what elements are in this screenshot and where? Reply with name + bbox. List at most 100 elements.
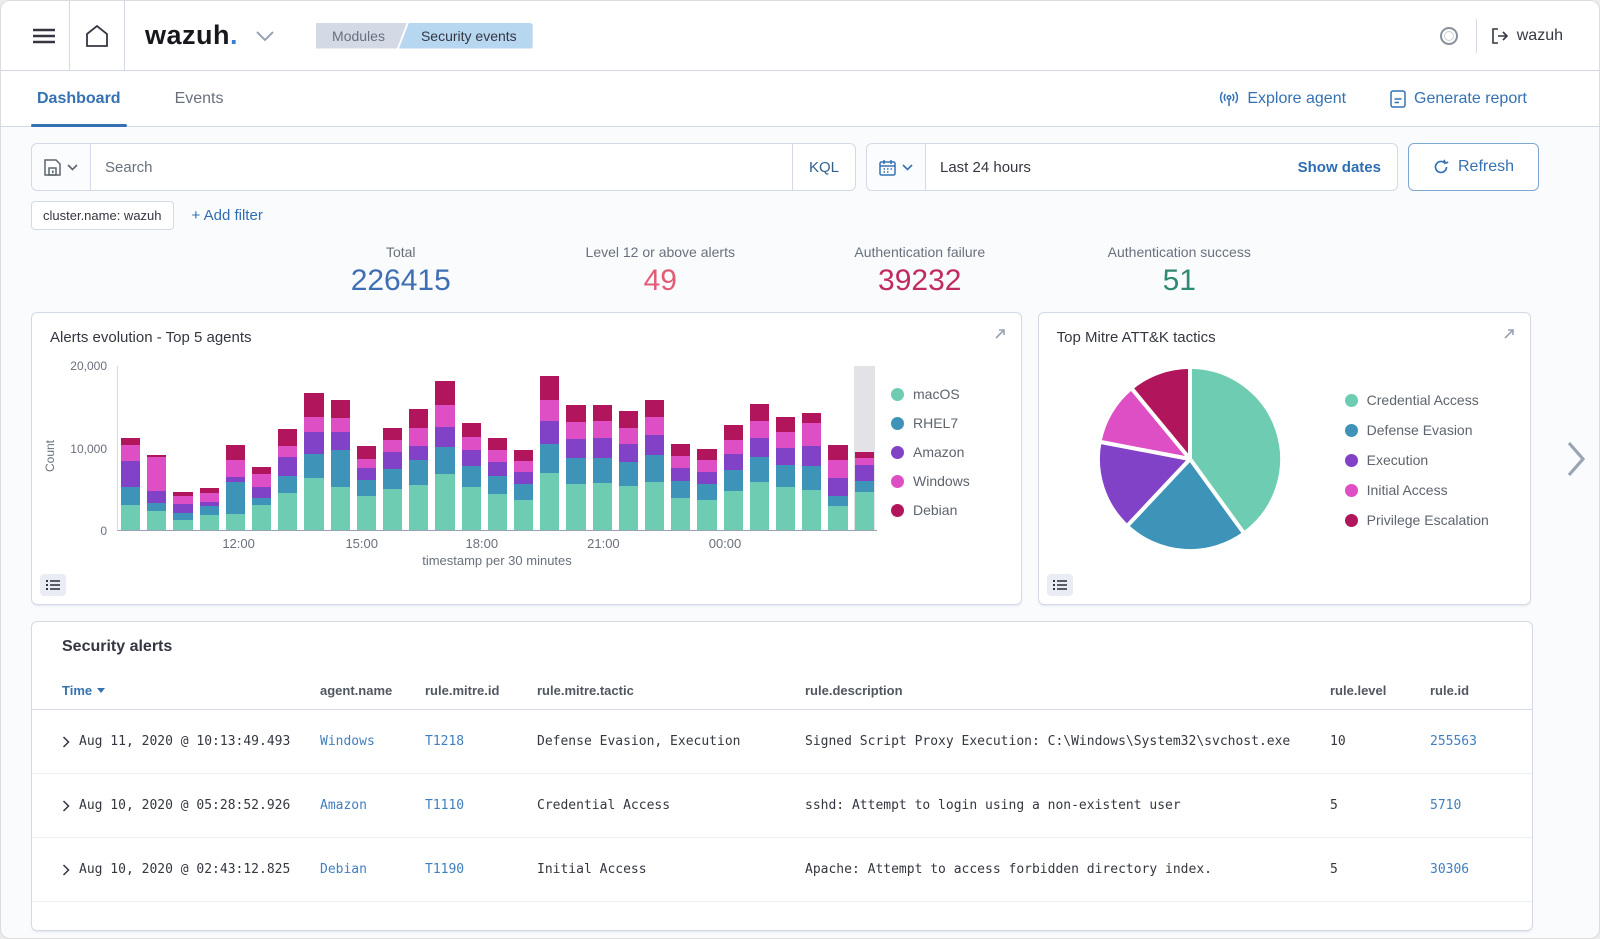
cell-rule-id[interactable]: 5710 <box>1430 798 1504 813</box>
logout-button[interactable]: wazuh <box>1481 19 1573 53</box>
stat-value[interactable]: 39232 <box>790 264 1050 298</box>
inspect-panel-button[interactable] <box>1047 574 1073 596</box>
legend-item[interactable]: Privilege Escalation <box>1345 512 1489 528</box>
bar-27[interactable] <box>827 366 848 530</box>
bar-segment <box>593 438 612 458</box>
menu-button[interactable] <box>19 20 69 52</box>
column-header-rule-description[interactable]: rule.description <box>805 683 1330 698</box>
bar-segment <box>619 411 638 427</box>
bar-2[interactable] <box>172 366 193 530</box>
column-header-rule-level[interactable]: rule.level <box>1330 683 1430 698</box>
refresh-button[interactable]: Refresh <box>1408 143 1539 191</box>
bar-1[interactable] <box>146 366 167 530</box>
legend-item[interactable]: Amazon <box>891 444 995 460</box>
stat-value[interactable]: 49 <box>531 264 791 298</box>
date-quick-select-button[interactable] <box>867 144 926 190</box>
bar-16[interactable] <box>539 366 560 530</box>
app-switcher-chevron[interactable] <box>242 23 288 49</box>
breadcrumb-modules[interactable]: Modules <box>316 23 407 49</box>
add-filter-button[interactable]: + Add filter <box>192 207 263 224</box>
bar-23[interactable] <box>723 366 744 530</box>
legend-item[interactable]: Debian <box>891 502 995 518</box>
bar-segment <box>802 413 821 423</box>
show-dates-button[interactable]: Show dates <box>1282 159 1397 176</box>
bar-segment <box>304 478 323 530</box>
home-button[interactable] <box>70 16 124 56</box>
cell-rule-mitre-id[interactable]: T1110 <box>425 798 537 813</box>
cell-rule-id[interactable]: 255563 <box>1430 734 1504 749</box>
column-header-time[interactable]: Time <box>62 683 320 698</box>
cell-agent-name[interactable]: Debian <box>320 862 425 877</box>
column-header-rule-mitre-id[interactable]: rule.mitre.id <box>425 683 537 698</box>
filter-pill-cluster-name[interactable]: cluster.name: wazuh <box>31 201 174 230</box>
cell-agent-name[interactable]: Amazon <box>320 798 425 813</box>
legend-item[interactable]: Initial Access <box>1345 482 1489 498</box>
kql-button[interactable]: KQL <box>792 144 855 190</box>
bar-26[interactable] <box>801 366 822 530</box>
health-ring-button[interactable] <box>1426 19 1472 53</box>
cell-rule-mitre-id[interactable]: T1218 <box>425 734 537 749</box>
tab-events[interactable]: Events <box>169 71 230 126</box>
explore-agent-button[interactable]: Explore agent <box>1219 90 1346 108</box>
bar-11[interactable] <box>408 366 429 530</box>
legend-item[interactable]: RHEL7 <box>891 415 995 431</box>
bar-10[interactable] <box>382 366 403 530</box>
bar-segment <box>593 458 612 483</box>
legend-item[interactable]: Defense Evasion <box>1345 422 1489 438</box>
column-header-agent-name[interactable]: agent.name <box>320 683 425 698</box>
mitre-pie-chart[interactable] <box>1091 360 1289 558</box>
bar-19[interactable] <box>618 366 639 530</box>
legend-item[interactable]: Execution <box>1345 452 1489 468</box>
antenna-icon <box>1219 91 1239 107</box>
inspect-panel-button[interactable] <box>40 574 66 596</box>
column-header-rule-mitre-tactic[interactable]: rule.mitre.tactic <box>537 683 805 698</box>
bar-4[interactable] <box>225 366 246 530</box>
bar-17[interactable] <box>565 366 586 530</box>
bar-22[interactable] <box>696 366 717 530</box>
stat-value[interactable]: 51 <box>1050 264 1310 298</box>
bar-20[interactable] <box>644 366 665 530</box>
bar-5[interactable] <box>251 366 272 530</box>
cell-agent-name[interactable]: Windows <box>320 734 425 749</box>
table-row: Aug 10, 2020 @ 02:43:12.825DebianT1190In… <box>32 838 1532 902</box>
next-panels-button[interactable] <box>1565 439 1587 479</box>
bar-7[interactable] <box>303 366 324 530</box>
bar-13[interactable] <box>461 366 482 530</box>
bar-14[interactable] <box>487 366 508 530</box>
inspect-list-icon <box>1053 579 1067 591</box>
bar-25[interactable] <box>775 366 796 530</box>
expand-panel-button[interactable] <box>989 323 1011 345</box>
cell-rule-mitre-id[interactable]: T1190 <box>425 862 537 877</box>
bar-0[interactable] <box>120 366 141 530</box>
bar-8[interactable] <box>330 366 351 530</box>
column-header-rule-id[interactable]: rule.id <box>1430 683 1504 698</box>
legend-item[interactable]: Credential Access <box>1345 392 1489 408</box>
bar-21[interactable] <box>670 366 691 530</box>
expand-row-icon[interactable] <box>62 736 70 748</box>
bar-9[interactable] <box>356 366 377 530</box>
bar-6[interactable] <box>277 366 298 530</box>
bar-24[interactable] <box>749 366 770 530</box>
bar-segment <box>828 478 847 496</box>
table-body: Aug 11, 2020 @ 10:13:49.493WindowsT1218D… <box>32 710 1532 902</box>
expand-row-icon[interactable] <box>62 800 70 812</box>
bar-28[interactable] <box>854 366 875 530</box>
bar-segment <box>121 445 140 461</box>
legend-item[interactable]: Windows <box>891 473 995 489</box>
legend-item[interactable]: macOS <box>891 386 995 402</box>
bar-18[interactable] <box>592 366 613 530</box>
bar-3[interactable] <box>199 366 220 530</box>
bar-12[interactable] <box>434 366 455 530</box>
generate-report-button[interactable]: Generate report <box>1390 90 1527 108</box>
stat-value[interactable]: 226415 <box>271 264 531 298</box>
bar-15[interactable] <box>513 366 534 530</box>
time-range-value[interactable]: Last 24 hours <box>926 159 1045 176</box>
expand-row-icon[interactable] <box>62 864 70 876</box>
stat-auth-success: Authentication success 51 <box>1050 244 1310 298</box>
saved-queries-button[interactable] <box>32 144 91 190</box>
tab-dashboard[interactable]: Dashboard <box>31 71 127 126</box>
top-header: wazuh. Modules Security events wazuh <box>1 1 1599 71</box>
expand-panel-button[interactable] <box>1498 323 1520 345</box>
search-input[interactable] <box>91 159 792 176</box>
cell-rule-id[interactable]: 30306 <box>1430 862 1504 877</box>
